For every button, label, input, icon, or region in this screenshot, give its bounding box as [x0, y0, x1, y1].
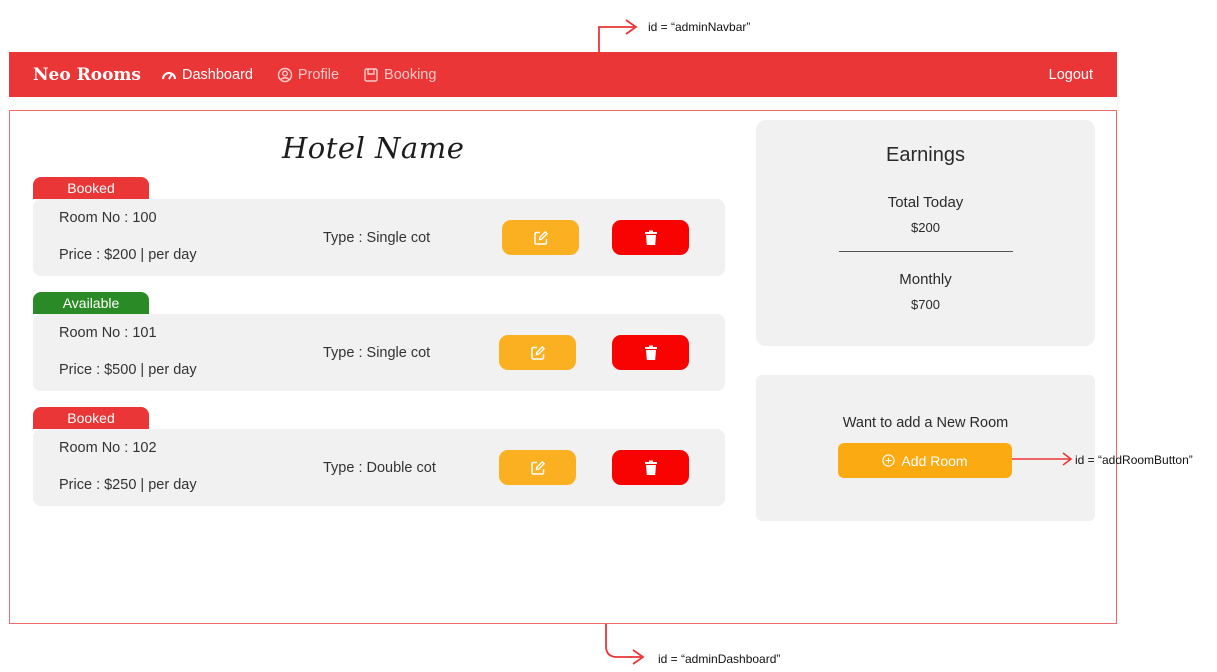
delete-button[interactable]	[612, 335, 689, 370]
room-card: Room No : 102 Price : $250 | per day Typ…	[33, 429, 725, 506]
edit-icon	[530, 460, 545, 475]
earnings-divider	[839, 251, 1013, 252]
status-badge: Booked	[33, 407, 149, 429]
earnings-title: Earnings	[886, 144, 965, 166]
add-room-prompt: Want to add a New Room	[842, 415, 1009, 431]
edit-icon	[530, 345, 545, 360]
monthly-value: $700	[911, 297, 940, 312]
room-type: Type : Double cot	[323, 460, 436, 476]
edit-button[interactable]	[499, 450, 576, 485]
add-room-button-label: Add Room	[901, 452, 968, 469]
brand-logo[interactable]: Neo Rooms	[33, 65, 141, 85]
room-number: Room No : 102	[59, 440, 157, 456]
total-today-label: Total Today	[887, 194, 964, 211]
room-number: Room No : 101	[59, 325, 157, 341]
nav-item-dashboard[interactable]: Dashboard	[161, 67, 253, 83]
room-price: Price : $500 | per day	[59, 362, 197, 378]
add-room-panel: Want to add a New Room Add Room	[756, 375, 1095, 521]
nav-item-profile[interactable]: Profile	[277, 67, 339, 83]
edit-button[interactable]	[502, 220, 579, 255]
earnings-panel: Earnings Total Today $200 Monthly $700	[756, 120, 1095, 346]
nav-item-label: Booking	[384, 66, 437, 83]
annotation-arrow-add-room	[1012, 452, 1073, 466]
status-badge: Available	[33, 292, 149, 314]
edit-icon	[533, 230, 548, 245]
room-card: Room No : 101 Price : $500 | per day Typ…	[33, 314, 725, 391]
trash-icon	[644, 230, 657, 245]
booking-icon	[363, 67, 379, 83]
edit-button[interactable]	[499, 335, 576, 370]
admin-dashboard: Hotel Name Booked Room No : 100 Price : …	[9, 110, 1117, 624]
add-room-button[interactable]: Add Room	[838, 443, 1012, 478]
room-type: Type : Single cot	[323, 345, 431, 361]
annotation-dashboard-id: id = “adminDashboard”	[658, 652, 781, 666]
room-price: Price : $200 | per day	[59, 247, 197, 263]
nav-item-label: Profile	[297, 66, 340, 83]
annotation-navbar-id: id = “adminNavbar”	[648, 20, 751, 34]
annotation-arrow-dashboard	[605, 624, 645, 665]
delete-button[interactable]	[612, 220, 689, 255]
annotation-add-room-id: id = “addRoomButton”	[1075, 453, 1193, 467]
delete-button[interactable]	[612, 450, 689, 485]
room-price: Price : $250 | per day	[59, 477, 197, 493]
total-today-value: $200	[911, 220, 940, 235]
trash-icon	[644, 460, 657, 475]
hotel-name-title: Hotel Name	[282, 131, 465, 165]
status-badge: Booked	[33, 177, 149, 199]
nav-item-label: Dashboard	[181, 66, 253, 83]
trash-icon	[644, 345, 657, 360]
user-circle-icon	[277, 67, 293, 83]
nav-item-booking[interactable]: Booking	[363, 67, 436, 83]
annotation-arrow-navbar	[598, 19, 638, 52]
admin-navbar: Neo Rooms Dashboard Profile Booking Logo…	[9, 52, 1117, 97]
room-card: Room No : 100 Price : $200 | per day Typ…	[33, 199, 725, 276]
monthly-label: Monthly	[899, 271, 952, 288]
room-type: Type : Single cot	[323, 230, 431, 246]
logout-link[interactable]: Logout	[1049, 67, 1093, 83]
gauge-icon	[161, 67, 177, 83]
room-number: Room No : 100	[59, 210, 157, 226]
plus-circle-icon	[882, 454, 896, 467]
